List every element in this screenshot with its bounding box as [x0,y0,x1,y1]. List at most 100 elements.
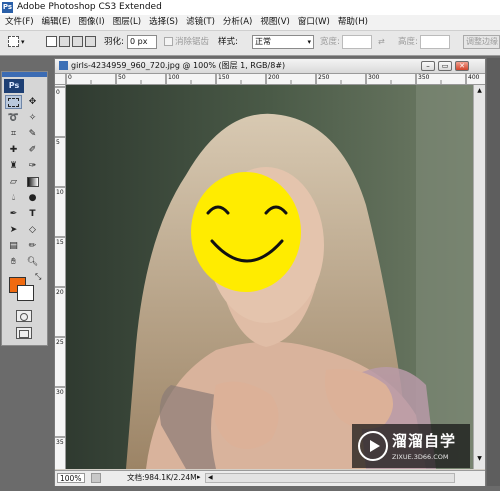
ruler-label: 250 [318,74,330,81]
new-selection-icon[interactable] [46,36,57,47]
zoom-tool[interactable]: 🔍︎ [24,255,41,269]
intersect-selection-icon[interactable] [85,36,96,47]
eyedropper-tool[interactable]: ✏ [24,239,41,253]
status-menu-icon[interactable]: ▸ [197,473,201,481]
history-brush-tool[interactable]: ✑ [24,159,41,173]
feather-input[interactable]: 0 px [127,35,157,49]
ruler-label: 350 [418,74,430,81]
type-icon: T [29,209,36,219]
magic-wand-tool[interactable]: ✧ [24,111,41,125]
arrow-icon: ➤ [9,225,18,235]
minimize-icon: – [426,62,430,70]
close-button[interactable]: ✕ [455,61,469,71]
refine-edge-button[interactable]: 调整边缘 [463,35,500,49]
swap-colors-icon[interactable]: ⤡ [35,272,41,282]
style-label: 样式: [218,37,238,47]
maximize-button[interactable]: ▭ [438,61,452,71]
menu-edit[interactable]: 编辑(E) [38,15,75,30]
magic-wand-icon: ✧ [28,113,37,123]
document-ps-icon [59,61,68,70]
ruler-label: 50 [118,74,126,81]
dodge-tool[interactable]: ● [24,191,41,205]
document-window: girls-4234959_960_720.jpg @ 100% (图层 1, … [54,58,486,486]
image-canvas[interactable] [66,85,473,469]
screen-mode-icon [19,330,29,338]
subtract-selection-icon[interactable] [72,36,83,47]
eraser-tool[interactable]: ▱ [5,175,22,189]
menu-file[interactable]: 文件(F) [0,15,38,30]
lasso-tool[interactable]: ➰ [5,111,22,125]
background-color-swatch[interactable] [17,285,34,301]
menu-analysis[interactable]: 分析(A) [219,15,256,30]
vertical-ruler: 0 5 10 15 20 25 30 35 [55,85,66,469]
zoom-field[interactable]: 100% [57,473,85,483]
height-input[interactable] [420,35,450,49]
antialias-label: 消除锯齿 [175,37,210,47]
ruler-label: 100 [168,74,180,81]
hand-tool[interactable]: ✋︎ [5,255,22,269]
swap-arrow-icon[interactable]: ⇄ [378,36,385,48]
vertical-scrollbar[interactable]: ▲ ▼ [473,85,485,469]
ruler-label: 300 [368,74,380,81]
window-title: Adobe Photoshop CS3 Extended [17,2,162,12]
scroll-left-icon[interactable]: ◀ [208,474,213,481]
minimize-button[interactable]: – [421,61,435,71]
width-input[interactable] [342,35,372,49]
pen-tool[interactable]: ✒ [5,207,22,221]
screen-mode-button[interactable] [16,327,32,339]
move-tool[interactable]: ✥ [24,95,41,109]
hand-icon: ✋︎ [10,257,17,267]
lasso-icon: ➰ [7,113,20,123]
dodge-icon: ● [28,193,37,203]
healing-brush-tool[interactable]: ✚ [5,143,22,157]
menu-filter[interactable]: 滤镜(T) [182,15,219,30]
brush-tool[interactable]: ✐ [24,143,41,157]
tools-palette-header[interactable] [2,72,47,77]
gradient-icon [26,177,39,187]
quick-mask-button[interactable] [16,310,32,322]
style-select[interactable]: 正常 ▾ [252,35,314,49]
document-title-bar[interactable]: girls-4234959_960_720.jpg @ 100% (图层 1, … [55,59,485,74]
antialias-checkbox[interactable] [164,37,173,46]
slice-icon: ✎ [28,129,37,139]
slice-tool[interactable]: ✎ [24,127,41,141]
notes-tool[interactable]: ▤ [5,239,22,253]
watermark-url: ZIXUE.3D66.COM [392,453,449,461]
menu-layer[interactable]: 图层(L) [109,15,145,30]
menu-window[interactable]: 窗口(W) [294,15,334,30]
ruler-label: 15 [56,239,64,246]
rect-marquee-preset-icon[interactable] [8,36,19,47]
shape-tool[interactable]: ◇ [24,223,41,237]
menu-help[interactable]: 帮助(H) [334,15,372,30]
preset-chevron-down-icon[interactable]: ▾ [21,36,25,48]
scroll-up-icon[interactable]: ▲ [475,87,484,97]
blur-tool[interactable]: 💧︎ [5,191,22,205]
ruler-label: 400 [468,74,480,81]
watermark-brand: 溜溜自学 [392,432,457,450]
width-label: 宽度: [320,37,340,47]
type-tool[interactable]: T [24,207,41,221]
ruler-label: 0 [68,74,72,81]
gradient-tool[interactable] [24,175,41,189]
path-selection-tool[interactable]: ➤ [5,223,22,237]
photo-illustration [66,85,473,469]
ruler-label: 150 [218,74,230,81]
rect-marquee-tool[interactable] [5,95,22,109]
add-to-selection-icon[interactable] [59,36,70,47]
scroll-down-icon[interactable]: ▼ [475,455,484,465]
quick-mask-icon [20,313,28,321]
ruler-label: 200 [268,74,280,81]
status-icon[interactable] [91,473,101,483]
play-triangle [370,440,380,452]
menu-select[interactable]: 选择(S) [145,15,182,30]
menu-image[interactable]: 图像(I) [75,15,109,30]
play-logo-icon [358,431,388,461]
horizontal-scrollbar[interactable]: ◀ [205,473,455,483]
eraser-icon: ▱ [10,177,17,187]
clone-stamp-tool[interactable]: ♜ [5,159,22,173]
status-bar: 100% 文档:984.1K/2.24M ▸ ◀ [55,470,485,486]
menu-view[interactable]: 视图(V) [256,15,293,30]
panel-dock-strip [487,58,500,486]
bandage-icon: ✚ [9,145,18,155]
crop-tool[interactable]: ⌗ [5,127,22,141]
